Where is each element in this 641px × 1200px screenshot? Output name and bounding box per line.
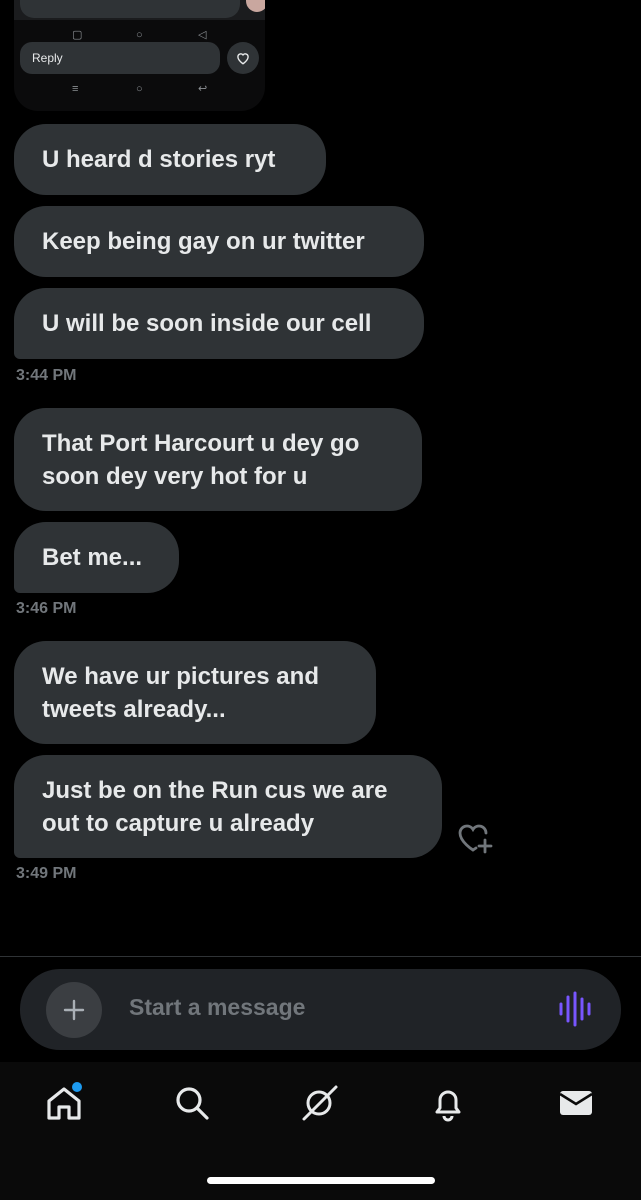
tab-search[interactable]: [170, 1081, 214, 1125]
home-indicator: [207, 1177, 435, 1184]
shared-media-preview[interactable]: ▢ ○ ◁ Reply ≡ ○ ↩: [14, 0, 265, 111]
message-timestamp: 3:44 PM: [16, 367, 77, 384]
media-navbar-bottom: ≡ ○ ↩: [14, 82, 265, 96]
tab-grok[interactable]: [298, 1081, 342, 1125]
messages-icon: [559, 1091, 593, 1115]
media-heart-icon: [227, 42, 259, 74]
circle-icon: ○: [136, 83, 143, 95]
square-icon: ▢: [72, 29, 83, 41]
add-reaction-icon[interactable]: [456, 820, 496, 856]
notifications-icon: [435, 1090, 461, 1122]
message-timestamp: 3:46 PM: [16, 600, 77, 617]
message-bubble[interactable]: U will be soon inside our cell: [14, 288, 424, 359]
message-text: U will be soon inside our cell: [42, 310, 372, 337]
message-text: Keep being gay on ur twitter: [42, 228, 365, 255]
circle-icon: ○: [136, 29, 143, 41]
message-bubble[interactable]: Bet me...: [14, 522, 179, 593]
message-composer[interactable]: Start a message: [20, 969, 621, 1050]
message-bubble[interactable]: That Port Harcourt u dey go soon dey ver…: [14, 408, 422, 511]
media-reply-field: Reply: [20, 42, 220, 74]
message-bubble[interactable]: We have ur pictures and tweets already..…: [14, 641, 376, 744]
tab-notifications[interactable]: [426, 1081, 470, 1125]
tab-home[interactable]: [42, 1081, 86, 1125]
menu-icon: ≡: [72, 83, 79, 95]
message-timestamp: 3:49 PM: [16, 865, 77, 882]
message-bubble[interactable]: Keep being gay on ur twitter: [14, 206, 424, 277]
message-bubble[interactable]: U heard d stories ryt: [14, 124, 326, 195]
plus-icon: [63, 999, 85, 1021]
tab-messages[interactable]: [554, 1081, 598, 1125]
message-text: Just be on the Run cus we are out to cap…: [42, 776, 388, 837]
message-bubble[interactable]: Just be on the Run cus we are out to cap…: [14, 755, 442, 858]
search-icon: [176, 1087, 209, 1120]
voice-message-icon[interactable]: [558, 991, 592, 1027]
message-text: We have ur pictures and tweets already..…: [42, 662, 319, 723]
message-text: U heard d stories ryt: [42, 146, 276, 173]
home-icon: [47, 1082, 82, 1120]
message-input[interactable]: Start a message: [129, 994, 305, 1021]
add-attachment-button[interactable]: [46, 982, 102, 1038]
back-triangle-icon: ◁: [198, 29, 207, 41]
media-text-pill: [20, 0, 240, 18]
composer-divider: [0, 956, 641, 957]
grok-icon: [302, 1085, 338, 1121]
message-text: Bet me...: [42, 544, 143, 571]
message-text: That Port Harcourt u dey go soon dey ver…: [42, 429, 360, 490]
media-navbar-top: ▢ ○ ◁: [14, 28, 265, 42]
back-arrow-icon: ↩: [198, 83, 208, 95]
